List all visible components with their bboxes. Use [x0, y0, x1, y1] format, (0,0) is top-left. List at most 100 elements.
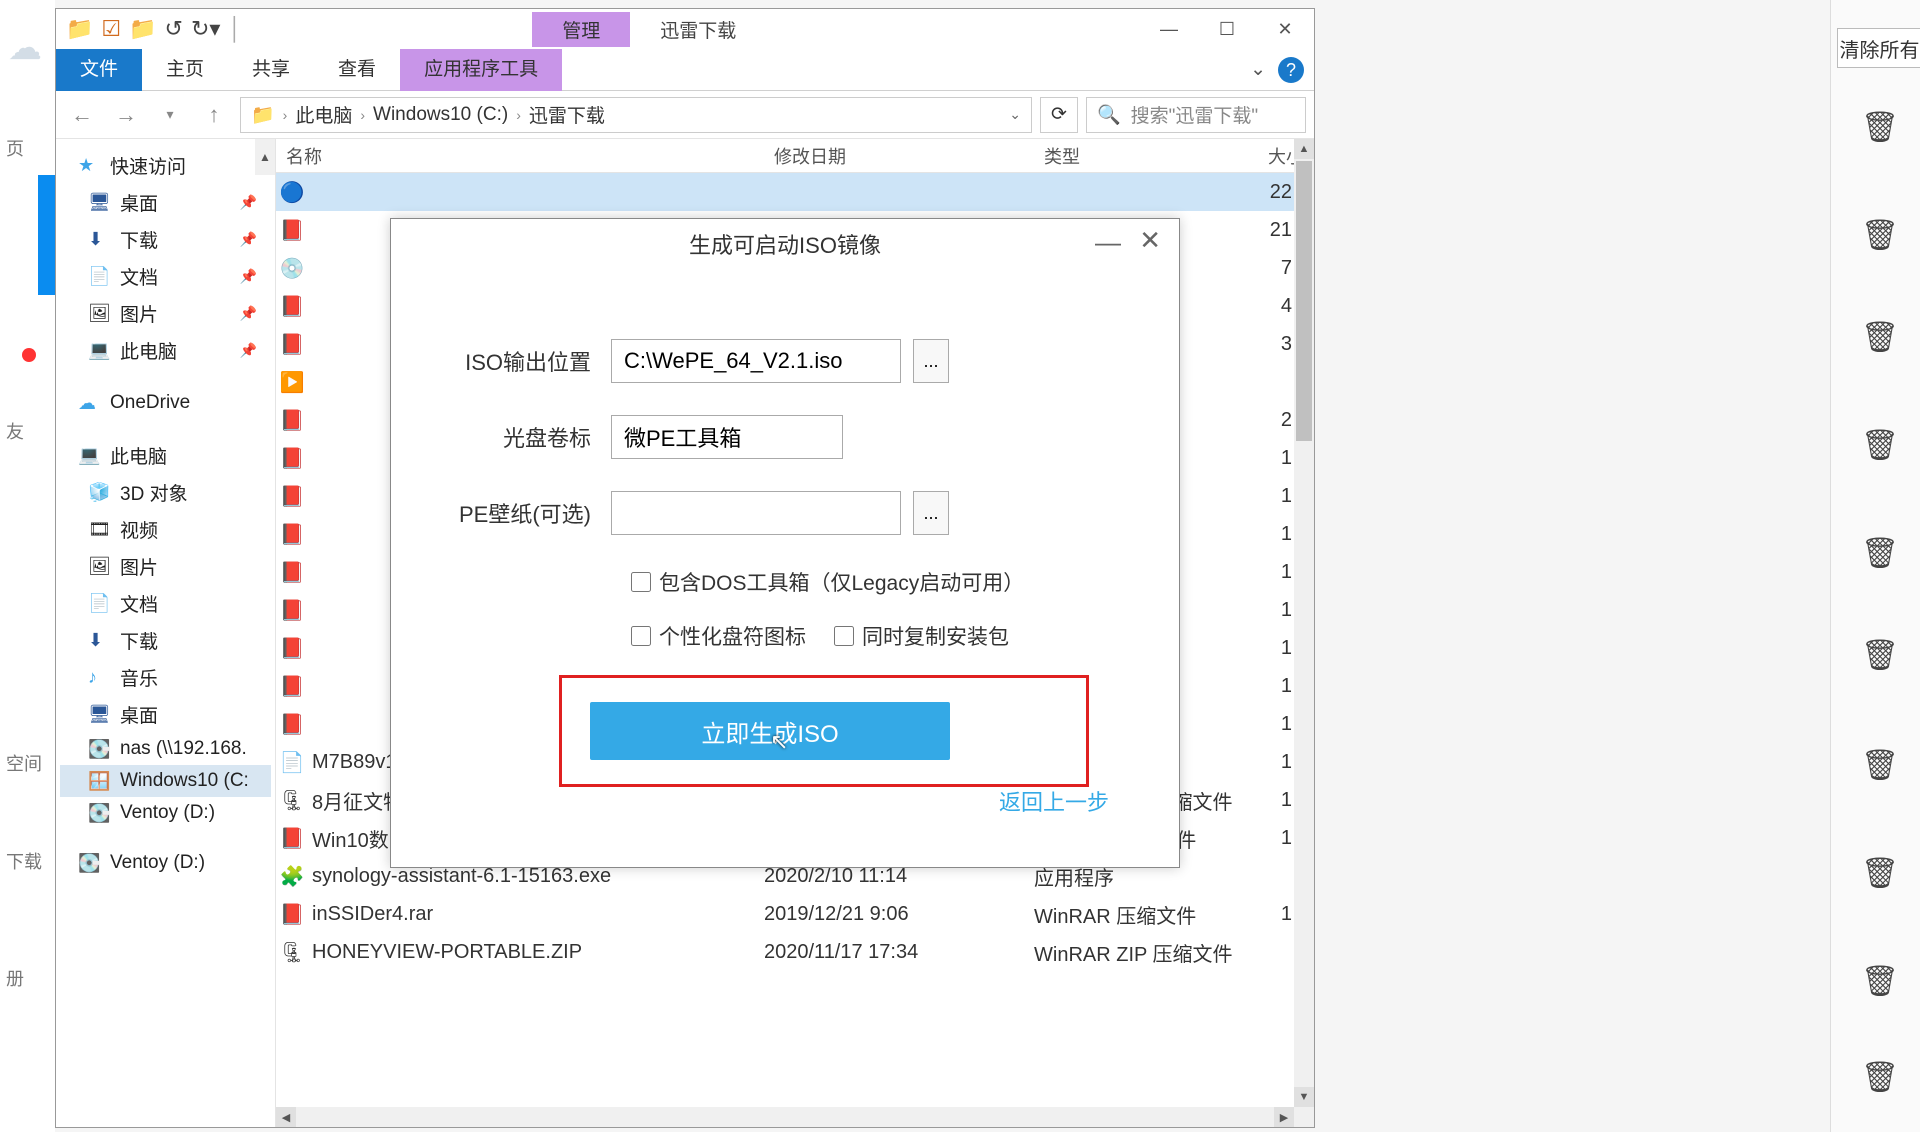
wallpaper-label: PE壁纸(可选): [431, 497, 611, 529]
browse-iso-path-button[interactable]: ...: [913, 339, 949, 383]
file-date: 2019/12/21 9:06: [764, 903, 1034, 926]
tree-documents[interactable]: 📄文档📌: [60, 258, 271, 295]
wallpaper-input[interactable]: [611, 491, 901, 535]
tree-label: Ventoy (D:): [110, 852, 205, 874]
breadcrumb-item[interactable]: 迅雷下载: [529, 101, 605, 128]
trash-icon[interactable]: 🗑: [1861, 536, 1899, 571]
custom-icon-checkbox-label[interactable]: 个性化盘符图标: [631, 621, 806, 651]
document-icon: 📄: [88, 266, 110, 287]
tree-thispc-root[interactable]: 💻此电脑: [60, 437, 271, 474]
tree-3dobjects[interactable]: 🧊3D 对象: [60, 474, 271, 511]
breadcrumb-item[interactable]: 此电脑: [295, 101, 352, 128]
tree-ventoy2[interactable]: 💽 Ventoy (D:): [60, 847, 271, 879]
tab-share[interactable]: 共享: [228, 49, 314, 91]
ribbon-collapse-icon[interactable]: ⌄: [1250, 58, 1266, 81]
tab-app-tools[interactable]: 应用程序工具: [400, 49, 562, 91]
picture-icon: 🖼: [88, 303, 110, 324]
copy-pkg-checkbox-label[interactable]: 同时复制安装包: [834, 621, 1009, 651]
maximize-button[interactable]: ☐: [1198, 9, 1256, 49]
file-type-icon: 🧩: [280, 864, 304, 888]
minimize-button[interactable]: —: [1140, 9, 1198, 49]
col-name[interactable]: 名称: [276, 143, 764, 169]
breadcrumb[interactable]: 📁 › 此电脑 › Windows10 (C:) › 迅雷下载 ⌄: [240, 97, 1032, 133]
minimize-button[interactable]: —: [1095, 227, 1121, 258]
file-type-icon: 🗜: [280, 788, 304, 812]
tree-music[interactable]: ♪音乐: [60, 659, 271, 696]
trash-icon[interactable]: 🗑: [1861, 110, 1899, 145]
forward-button[interactable]: →: [108, 97, 144, 133]
trash-icon[interactable]: 🗑: [1861, 748, 1899, 783]
chevron-right-icon: ›: [516, 107, 521, 123]
search-box[interactable]: 🔍 搜索"迅雷下载": [1086, 97, 1306, 133]
cube-icon: 🧊: [88, 482, 110, 503]
recent-dropdown[interactable]: ▾: [152, 97, 188, 133]
undo-icon[interactable]: ↺: [165, 16, 183, 42]
tree-label: 快速访问: [110, 152, 186, 179]
volume-label: 光盘卷标: [431, 421, 611, 453]
tree-pictures2[interactable]: 🖼图片: [60, 548, 271, 585]
tree-ventoy[interactable]: 💽Ventoy (D:): [60, 797, 271, 829]
nav-tree: ▲ ★快速访问 🖥桌面📌 ⬇下载📌 📄文档📌 🖼图片📌 💻此电脑📌 ☁OneDr…: [56, 139, 276, 1127]
file-row[interactable]: 📕inSSIDer4.rar2019/12/21 9:06WinRAR 压缩文件…: [276, 895, 1314, 933]
scroll-up-icon[interactable]: ▲: [1294, 139, 1314, 159]
generate-iso-button[interactable]: 立即生成ISO ↖: [590, 702, 950, 760]
tab-view[interactable]: 查看: [314, 49, 400, 91]
tree-thispc[interactable]: 💻此电脑📌: [60, 332, 271, 369]
tree-desktop[interactable]: 🖥桌面📌: [60, 184, 271, 221]
browse-wallpaper-button[interactable]: ...: [913, 491, 949, 535]
tree-videos[interactable]: 🎞视频: [60, 511, 271, 548]
scroll-thumb[interactable]: [1296, 161, 1312, 441]
refresh-button[interactable]: ⟳: [1040, 97, 1078, 133]
tree-nas[interactable]: 💽nas (\\192.168.: [60, 733, 271, 765]
iso-path-input[interactable]: [611, 339, 901, 383]
volume-input[interactable]: [611, 415, 843, 459]
scroll-left-icon[interactable]: ◀: [276, 1107, 296, 1127]
redo-icon[interactable]: ↻▾: [191, 16, 220, 42]
help-icon[interactable]: ?: [1278, 57, 1304, 83]
close-button[interactable]: ✕: [1139, 225, 1161, 256]
dos-checkbox-label[interactable]: 包含DOS工具箱（仅Legacy启动可用）: [631, 567, 1024, 597]
trash-icon[interactable]: 🗑: [1861, 1060, 1899, 1095]
dos-checkbox[interactable]: [631, 572, 651, 592]
scroll-right-icon[interactable]: ▶: [1274, 1107, 1294, 1127]
breadcrumb-item[interactable]: Windows10 (C:): [373, 104, 508, 126]
tab-file[interactable]: 文件: [56, 49, 142, 91]
tree-pictures[interactable]: 🖼图片📌: [60, 295, 271, 332]
tab-home[interactable]: 主页: [142, 49, 228, 91]
file-row[interactable]: 🗜HONEYVIEW-PORTABLE.ZIP2020/11/17 17:34W…: [276, 933, 1314, 971]
close-button[interactable]: ✕: [1256, 9, 1314, 49]
copy-pkg-checkbox[interactable]: [834, 626, 854, 646]
tree-label: 音乐: [120, 664, 158, 691]
tree-onedrive[interactable]: ☁OneDrive: [60, 387, 271, 419]
tree-documents2[interactable]: 📄文档: [60, 585, 271, 622]
file-type-icon: 🗜: [280, 940, 304, 964]
file-type-icon: 🔵: [280, 180, 304, 204]
back-button[interactable]: ←: [64, 97, 100, 133]
tree-desktop2[interactable]: 🖥桌面: [60, 696, 271, 733]
desktop-icon: 🖥: [88, 192, 110, 213]
trash-icon[interactable]: 🗑: [1861, 856, 1899, 891]
scroll-down-icon[interactable]: ▼: [1294, 1087, 1314, 1107]
trash-icon[interactable]: 🗑: [1861, 428, 1899, 463]
file-row[interactable]: 🔵22: [276, 173, 1314, 211]
clear-all-button[interactable]: 清除所有: [1837, 28, 1920, 68]
horizontal-scrollbar[interactable]: ◀ ▶: [276, 1107, 1294, 1127]
up-button[interactable]: ↑: [196, 97, 232, 133]
drive-icon: 💽: [78, 853, 100, 874]
pin-icon: 📌: [240, 342, 257, 359]
tree-downloads[interactable]: ⬇下载📌: [60, 221, 271, 258]
trash-icon[interactable]: 🗑: [1861, 964, 1899, 999]
custom-icon-checkbox[interactable]: [631, 626, 651, 646]
trash-icon[interactable]: 🗑: [1861, 218, 1899, 253]
back-link[interactable]: 返回上一步: [999, 785, 1109, 817]
col-date[interactable]: 修改日期: [764, 143, 1034, 169]
onedrive-icon: ☁: [78, 393, 100, 414]
tree-win10c[interactable]: 🪟Windows10 (C:: [60, 765, 271, 797]
vertical-scrollbar[interactable]: ▲ ▼: [1294, 139, 1314, 1127]
tree-downloads2[interactable]: ⬇下载: [60, 622, 271, 659]
drive-icon: 💽: [88, 803, 110, 824]
trash-icon[interactable]: 🗑: [1861, 638, 1899, 673]
tree-quick-access[interactable]: ★快速访问: [60, 147, 271, 184]
col-type[interactable]: 类型: [1034, 143, 1244, 169]
trash-icon[interactable]: 🗑: [1861, 320, 1899, 355]
